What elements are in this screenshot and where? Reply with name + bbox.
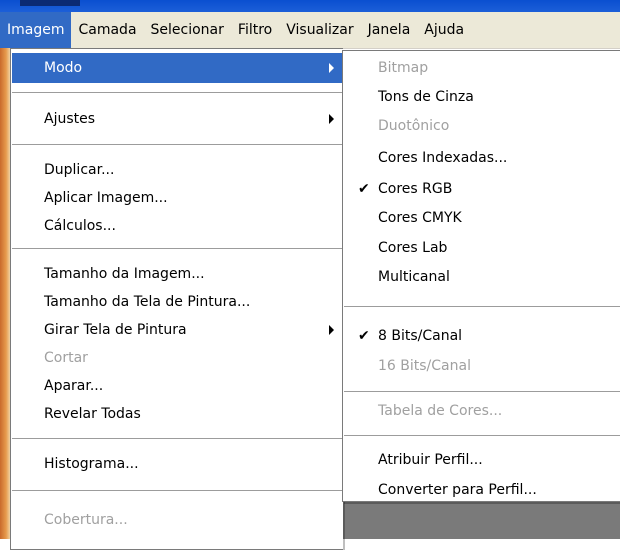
mode-submenu: Bitmap Tons de Cinza Duotônico Cores Ind… (342, 50, 620, 502)
submenu-item-label: Cores RGB (378, 181, 453, 197)
menu-selecionar[interactable]: Selecionar (144, 12, 231, 48)
menu-separator (12, 438, 342, 439)
menu-separator (12, 92, 342, 93)
menu-imagem[interactable]: Imagem (0, 12, 72, 48)
menu-separator (12, 248, 342, 249)
menu-item-label: Ajustes (44, 111, 96, 127)
submenu-item-cores-cmyk[interactable]: Cores CMYK (344, 203, 620, 233)
checkmark-icon: ✔ (358, 181, 370, 197)
menu-janela[interactable]: Janela (361, 12, 418, 48)
menu-filtro[interactable]: Filtro (231, 12, 279, 48)
menu-separator (344, 306, 620, 307)
submenu-item-tabela-de-cores: Tabela de Cores... (378, 403, 503, 419)
menu-item-modo[interactable]: Modo (12, 53, 342, 83)
menu-item-ajustes[interactable]: Ajustes (12, 104, 342, 134)
window-title-bar (0, 0, 620, 12)
submenu-arrow-icon (329, 63, 334, 73)
submenu-item-atribuir-perfil[interactable]: Atribuir Perfil... (344, 445, 620, 475)
menu-item-aparar[interactable]: Aparar... (12, 371, 342, 401)
checkmark-icon: ✔ (358, 328, 370, 344)
menu-item-revelar-todas[interactable]: Revelar Todas (12, 399, 342, 429)
submenu-item-tons-de-cinza[interactable]: Tons de Cinza (344, 82, 620, 112)
menu-separator (344, 391, 620, 392)
submenu-item-duotonico: Duotônico (378, 118, 450, 134)
menu-item-cortar: Cortar (44, 350, 88, 366)
menu-item-calculos[interactable]: Cálculos... (12, 211, 342, 241)
submenu-item-cores-lab[interactable]: Cores Lab (344, 233, 620, 263)
menu-item-duplicar[interactable]: Duplicar... (12, 155, 342, 185)
submenu-item-cores-rgb[interactable]: ✔ Cores RGB (344, 174, 620, 204)
menu-item-label: Modo (44, 60, 83, 76)
submenu-item-16-bits: 16 Bits/Canal (378, 358, 471, 374)
menu-item-aplicar-imagem[interactable]: Aplicar Imagem... (12, 183, 342, 213)
app-frame-edge (0, 48, 10, 539)
title-bar-segment (20, 0, 80, 6)
submenu-item-cores-indexadas[interactable]: Cores Indexadas... (344, 143, 620, 173)
menu-separator (344, 435, 620, 436)
menu-separator (12, 144, 342, 145)
menu-ajuda[interactable]: Ajuda (417, 12, 471, 48)
submenu-item-multicanal[interactable]: Multicanal (344, 262, 620, 292)
menu-separator (12, 490, 342, 491)
workspace-background (342, 500, 620, 539)
image-menu-dropdown: Modo Ajustes Duplicar... Aplicar Imagem.… (10, 48, 343, 550)
menu-item-girar-tela[interactable]: Girar Tela de Pintura (12, 315, 342, 345)
submenu-item-8-bits[interactable]: ✔ 8 Bits/Canal (344, 321, 620, 351)
submenu-arrow-icon (329, 325, 334, 335)
menu-item-label: Girar Tela de Pintura (44, 322, 187, 338)
menu-item-tamanho-tela[interactable]: Tamanho da Tela de Pintura... (12, 287, 342, 317)
menu-item-tamanho-imagem[interactable]: Tamanho da Imagem... (12, 259, 342, 289)
submenu-arrow-icon (329, 114, 334, 124)
submenu-item-bitmap: Bitmap (378, 60, 429, 76)
submenu-item-label: 8 Bits/Canal (378, 328, 463, 344)
menu-bar: Imagem Camada Selecionar Filtro Visualiz… (0, 12, 620, 49)
menu-camada[interactable]: Camada (71, 12, 143, 48)
menu-item-histograma[interactable]: Histograma... (12, 449, 342, 479)
submenu-item-converter-perfil[interactable]: Converter para Perfil... (344, 475, 620, 505)
menu-visualizar[interactable]: Visualizar (279, 12, 360, 48)
menu-item-cobertura: Cobertura... (44, 512, 128, 528)
